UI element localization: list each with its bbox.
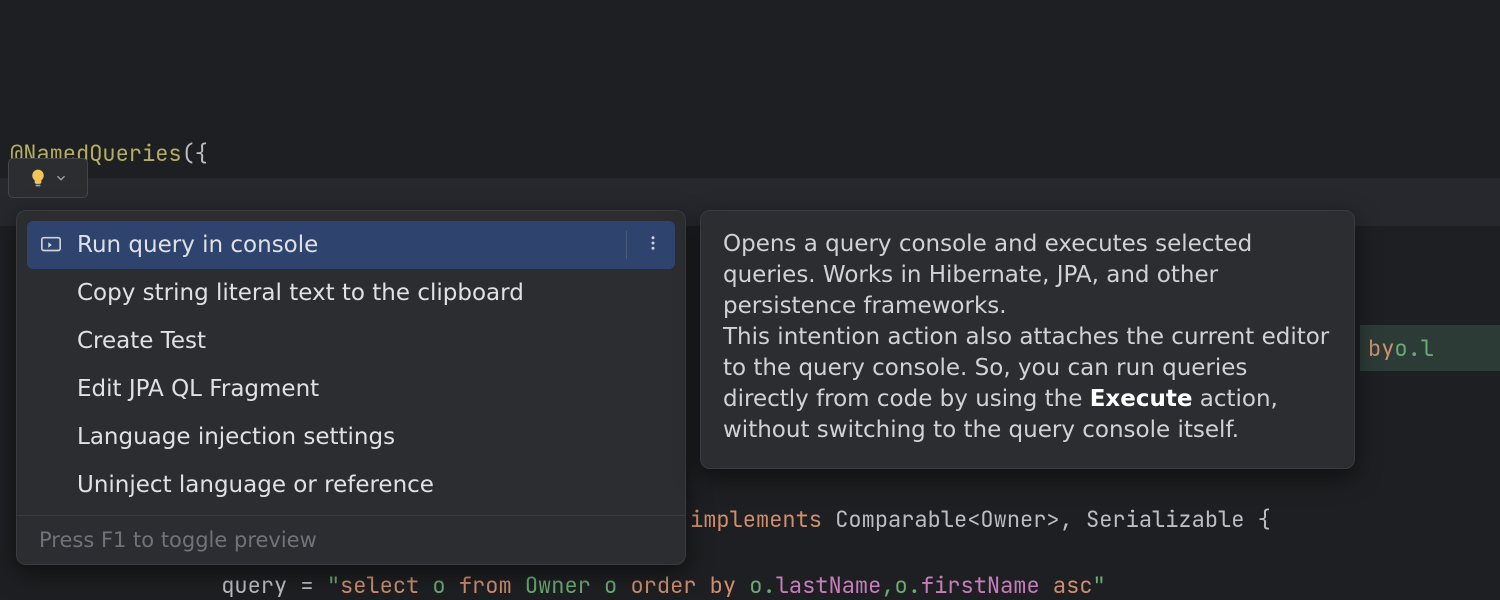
intention-item-label: Create Test [77,328,206,354]
intention-item-label: Language injection settings [77,424,395,450]
class-declaration: implements Comparable<Owner>, Serializab… [690,505,1271,534]
more-vertical-icon [644,232,662,258]
doc-paragraph: Opens a query console and executes selec… [723,229,1332,322]
intention-item-label: Edit JPA QL Fragment [77,376,319,402]
vertical-divider [626,231,627,259]
intention-bulb-button[interactable] [8,158,88,198]
documentation-tooltip: Opens a query console and executes selec… [700,210,1355,469]
console-icon [39,233,63,257]
more-options-button[interactable] [641,232,665,258]
intention-item-label: Copy string literal text to the clipboar… [77,280,524,306]
intention-item-uninject[interactable]: Uninject language or reference [17,461,685,509]
intention-item-edit-jpaql[interactable]: Edit JPA QL Fragment [17,365,685,413]
doc-paragraph: This intention action also attaches the … [723,322,1332,446]
intention-item-create-test[interactable]: Create Test [17,317,685,365]
intention-actions-popup: Run query in console Copy string literal… [16,210,686,565]
lightbulb-icon [28,168,48,188]
intention-item-run-query[interactable]: Run query in console [27,221,675,269]
injected-query-peek: by o.l [1360,325,1500,371]
doc-bold: Execute [1090,386,1193,412]
intention-item-label: Uninject language or reference [77,472,434,498]
intention-item-injection-settings[interactable]: Language injection settings [17,413,685,461]
intention-item-label: Run query in console [77,232,318,258]
intention-item-copy-literal[interactable]: Copy string literal text to the clipboar… [17,269,685,317]
chevron-down-icon [54,171,68,185]
popup-footer-hint: Press F1 to toggle preview [17,515,685,564]
